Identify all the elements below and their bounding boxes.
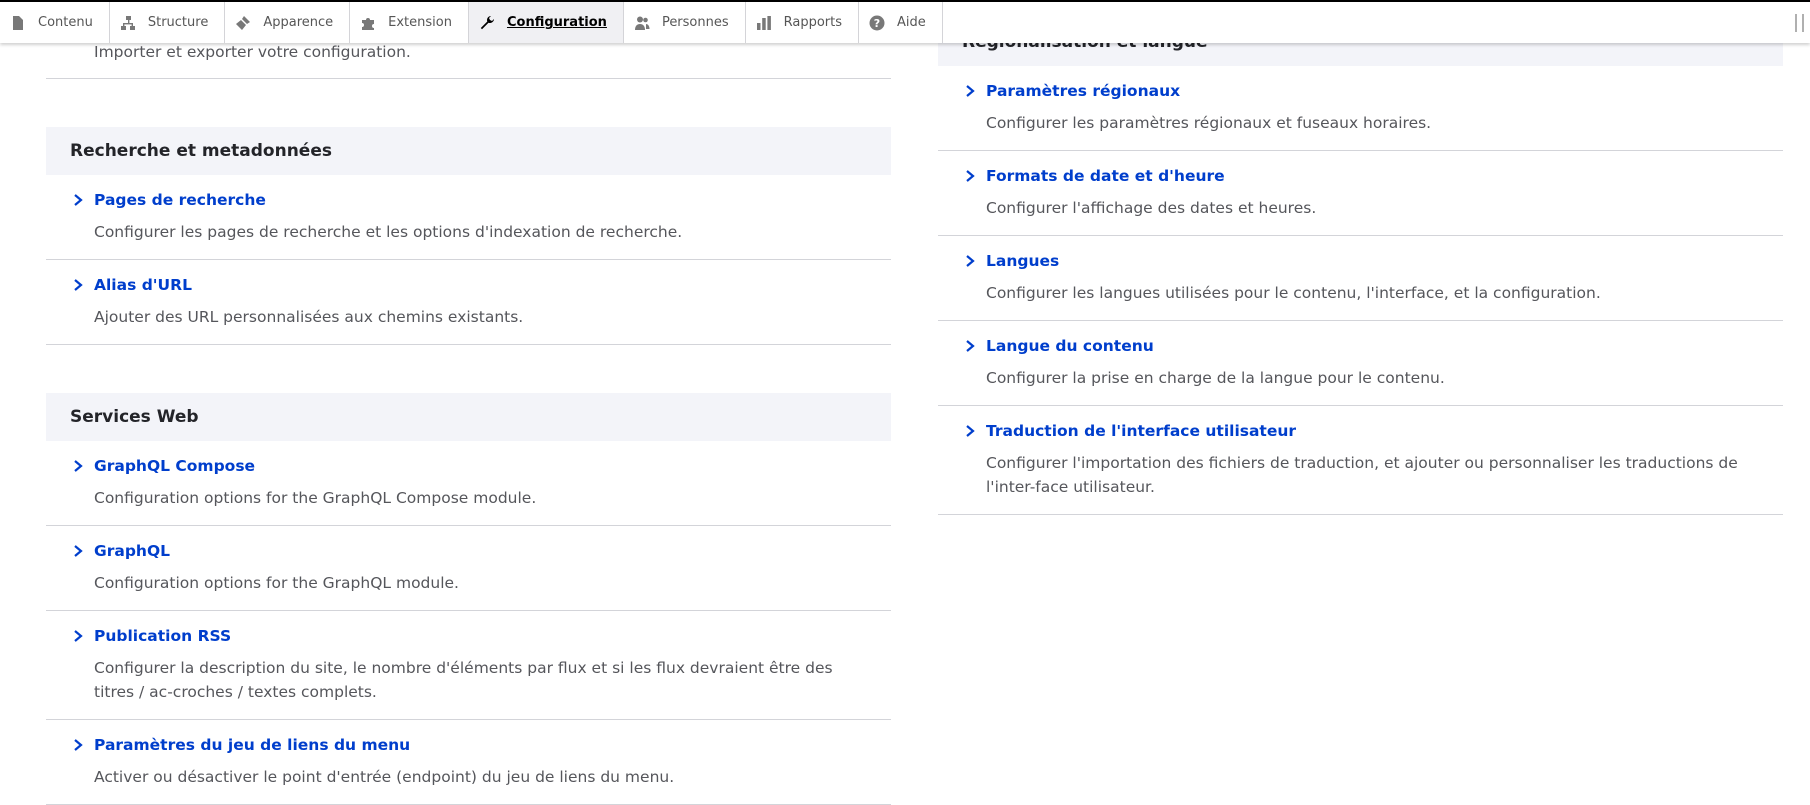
chevron-right-icon — [74, 194, 83, 206]
rss-publishing-link[interactable]: Publication RSS — [94, 625, 867, 647]
item-description: Configuration options for the GraphQL mo… — [94, 574, 459, 592]
chevron-right-icon — [74, 630, 83, 642]
graphql-compose-link[interactable]: GraphQL Compose — [94, 455, 867, 477]
toolbar-item-label: Configuration — [506, 15, 607, 30]
panel-web-services: Services Web GraphQL Compose Configurati… — [46, 393, 891, 805]
bar-chart-icon — [756, 15, 771, 30]
list-item: Langue du contenu Configurer la prise en… — [938, 321, 1783, 406]
toolbar-item-structure[interactable]: Structure — [110, 2, 226, 43]
toolbar-item-appearance[interactable]: Apparence — [225, 2, 351, 43]
list-item: Langues Configurer les langues utilisées… — [938, 236, 1783, 321]
item-description: Activer ou désactiver le point d'entrée … — [94, 768, 675, 786]
sitemap-icon — [120, 15, 135, 30]
interface-translation-link[interactable]: Traduction de l'interface utilisateur — [986, 420, 1759, 442]
panel-regional-language: Régionalisation et langue Paramètres rég… — [938, 18, 1783, 515]
svg-text:?: ? — [874, 17, 880, 30]
help-icon: ? — [869, 15, 885, 30]
item-description: Configurer les paramètres régionaux et f… — [986, 114, 1432, 132]
toolbar-item-reports[interactable]: Rapports — [746, 2, 860, 43]
toolbar-item-configuration[interactable]: Configuration — [468, 2, 624, 43]
toolbar-item-label: Personnes — [661, 15, 729, 30]
date-time-formats-link[interactable]: Formats de date et d'heure — [986, 165, 1759, 187]
item-description: Ajouter des URL personnalisées aux chemi… — [94, 308, 524, 326]
list-item: Paramètres régionaux Configurer les para… — [938, 66, 1783, 151]
toolbar-item-help[interactable]: ? Aide — [859, 2, 943, 43]
list-item: Traduction de l'interface utilisateur Co… — [938, 406, 1783, 515]
chevron-right-icon — [966, 340, 975, 352]
item-description: Configurer les pages de recherche et les… — [94, 223, 683, 241]
search-pages-link[interactable]: Pages de recherche — [94, 189, 867, 211]
toolbar-item-label: Apparence — [263, 15, 334, 30]
wrench-icon — [480, 15, 494, 29]
item-description: Configurer la description du site, le no… — [94, 659, 833, 701]
puzzle-icon — [362, 17, 375, 30]
panel-search-metadata: Recherche et metadonnées Pages de recher… — [46, 127, 891, 345]
list-item: GraphQL Configuration options for the Gr… — [46, 526, 891, 611]
item-description: Configurer l'affichage des dates et heur… — [986, 199, 1317, 217]
toolbar-item-label: Contenu — [38, 15, 93, 30]
file-icon — [13, 15, 23, 30]
list-item: GraphQL Compose Configuration options fo… — [46, 441, 891, 526]
menu-linkset-settings-link[interactable]: Paramètres du jeu de liens du menu — [94, 734, 867, 756]
languages-link[interactable]: Langues — [986, 250, 1759, 272]
paintbrush-icon — [236, 15, 251, 30]
list-item: Publication RSS Configurer la descriptio… — [46, 611, 891, 720]
regional-settings-link[interactable]: Paramètres régionaux — [986, 80, 1759, 102]
toolbar-item-content[interactable]: Contenu — [0, 2, 110, 43]
url-alias-link[interactable]: Alias d'URL — [94, 274, 867, 296]
chevron-right-icon — [966, 255, 975, 267]
chevron-right-icon — [966, 170, 975, 182]
toolbar-item-label: Rapports — [783, 15, 843, 30]
toolbar-orientation-toggle[interactable] — [1795, 14, 1804, 32]
toolbar-item-extension[interactable]: Extension — [350, 2, 469, 43]
chevron-right-icon — [74, 460, 83, 472]
content-language-link[interactable]: Langue du contenu — [986, 335, 1759, 357]
list-item: Alias d'URL Ajouter des URL personnalisé… — [46, 260, 891, 345]
item-description: Configuration options for the GraphQL Co… — [94, 489, 537, 507]
list-item: Formats de date et d'heure Configurer l'… — [938, 151, 1783, 236]
toolbar-item-label: Extension — [388, 15, 452, 30]
chevron-right-icon — [966, 85, 975, 97]
list-item: Paramètres du jeu de liens du menu Activ… — [46, 720, 891, 805]
chevron-right-icon — [74, 279, 83, 291]
item-description: Importer et exporter votre configuration… — [94, 43, 411, 61]
chevron-right-icon — [74, 739, 83, 751]
admin-toolbar: Contenu Structure Apparence Extension Co… — [0, 0, 1810, 43]
item-description: Configurer les langues utilisées pour le… — [986, 284, 1601, 302]
graphql-link[interactable]: GraphQL — [94, 540, 867, 562]
people-icon — [634, 16, 650, 30]
chevron-right-icon — [966, 425, 975, 437]
item-description: Configurer l'importation des fichiers de… — [986, 454, 1738, 496]
item-description: Configurer la prise en charge de la lang… — [986, 369, 1445, 387]
toolbar-item-label: Structure — [147, 15, 209, 30]
panel-title: Services Web — [46, 393, 891, 441]
list-item: Pages de recherche Configurer les pages … — [46, 175, 891, 260]
toolbar-item-people[interactable]: Personnes — [624, 2, 746, 43]
toolbar-item-label: Aide — [897, 15, 926, 30]
panel-title: Recherche et metadonnées — [46, 127, 891, 175]
chevron-right-icon — [74, 545, 83, 557]
